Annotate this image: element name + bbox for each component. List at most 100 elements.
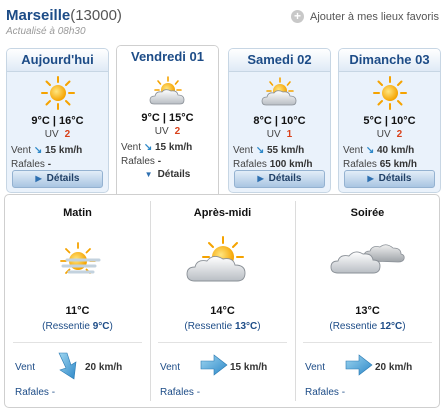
column-separator bbox=[150, 201, 151, 401]
gusts-value: 65 km/h bbox=[379, 159, 417, 170]
uv-label: UV bbox=[266, 129, 281, 140]
wind-value: 40 km/h bbox=[376, 145, 415, 156]
wind-arrow-icon: ↘ bbox=[255, 145, 265, 156]
period-name: Soirée bbox=[350, 207, 385, 219]
wind-row: Vent 20 km/h bbox=[305, 351, 434, 381]
uv-value: 1 bbox=[286, 129, 293, 140]
uv-value: 2 bbox=[396, 129, 403, 140]
feels-value: 9°C bbox=[92, 321, 110, 332]
feels-prefix: (Ressentie bbox=[42, 321, 93, 332]
gusts-label: Rafales bbox=[233, 159, 267, 170]
details-label: Détails bbox=[157, 169, 191, 180]
wind-row: Vent ↘ 55 km/h bbox=[233, 145, 304, 156]
period-afternoon: Après-midi 14°C (Ressentie 13°C) Vent 15… bbox=[150, 195, 295, 407]
period-temperature: 13°C bbox=[355, 305, 380, 317]
uv-label: UV bbox=[376, 129, 391, 140]
postal-code: (13000) bbox=[70, 7, 122, 24]
period-evening: Soirée 13°C (Ressentie 12°C) Vent 20 km/… bbox=[295, 195, 440, 407]
wind-row: Vent 15 km/h bbox=[160, 351, 289, 381]
gusts-value: - bbox=[51, 387, 56, 398]
wind-row: Vent ↘ 15 km/h bbox=[121, 142, 192, 153]
day-card-friday[interactable]: Vendredi 01 9°C | 15°C UV 2 Vent ↘ 15 km/… bbox=[116, 45, 219, 195]
gusts-value: - bbox=[157, 156, 162, 167]
day-name: Dimanche 03 bbox=[339, 49, 440, 72]
period-morning: Matin 11°C (Ressentie 9°C) Vent 20 km/h … bbox=[5, 195, 150, 407]
feels-value: 13°C bbox=[234, 321, 258, 332]
triangle-right-icon: ▶ bbox=[35, 174, 42, 183]
uv-index: UV 2 bbox=[117, 126, 218, 137]
city-name: Marseille bbox=[6, 7, 71, 24]
details-button[interactable]: ▶ Détails bbox=[12, 170, 103, 188]
details-label: Détails bbox=[268, 173, 302, 184]
wind-label: Vent bbox=[15, 362, 36, 373]
day-card-today[interactable]: Aujourd'hui 9°C | 16°C UV 2 Vent ↘ 15 km/… bbox=[6, 48, 109, 193]
day-name: Aujourd'hui bbox=[7, 49, 108, 72]
day-name: Samedi 02 bbox=[229, 49, 330, 72]
add-favorite-label: Ajouter à mes lieux favoris bbox=[310, 10, 439, 23]
feels-suffix: ) bbox=[109, 321, 113, 332]
feels-value: 12°C bbox=[379, 321, 403, 332]
gusts-value: - bbox=[47, 159, 52, 170]
add-favorite-link[interactable]: + Ajouter à mes lieux favoris bbox=[291, 10, 439, 23]
wind-value: 20 km/h bbox=[375, 362, 413, 373]
period-name: Matin bbox=[63, 207, 92, 219]
partly-cloudy-icon bbox=[117, 76, 218, 112]
gusts-row: Rafales - bbox=[15, 387, 55, 398]
wind-arrow-icon: ↘ bbox=[365, 145, 375, 156]
triangle-right-icon: ▶ bbox=[257, 174, 264, 183]
uv-index: UV 1 bbox=[229, 129, 330, 140]
triangle-right-icon: ▶ bbox=[367, 174, 374, 183]
gusts-value: - bbox=[341, 387, 346, 398]
wind-value: 15 km/h bbox=[44, 145, 83, 156]
wind-direction-icon bbox=[200, 353, 228, 380]
wind-value: 15 km/h bbox=[154, 142, 193, 153]
temperature-range: 9°C | 16°C bbox=[31, 115, 84, 127]
temperature-range: 5°C | 10°C bbox=[363, 115, 416, 127]
wind-label: Vent bbox=[305, 362, 326, 373]
triangle-down-icon: ▼ bbox=[144, 170, 153, 179]
gusts-row: Rafales 65 km/h bbox=[343, 159, 417, 170]
day-card-sunday[interactable]: Dimanche 03 5°C | 10°C UV 2 Vent ↘ 40 km/… bbox=[338, 48, 441, 193]
feels-like: (Ressentie 12°C) bbox=[295, 321, 440, 332]
gusts-label: Rafales bbox=[15, 387, 49, 398]
uv-value: 2 bbox=[64, 129, 71, 140]
gusts-value: - bbox=[196, 387, 201, 398]
feels-suffix: ) bbox=[402, 321, 406, 332]
period-name: Après-midi bbox=[193, 207, 252, 219]
details-button[interactable]: ▼ Détails bbox=[122, 167, 213, 185]
gusts-row: Rafales - bbox=[121, 156, 161, 167]
gusts-row: Rafales - bbox=[11, 159, 51, 170]
sun-icon bbox=[7, 75, 108, 111]
feels-like: (Ressentie 9°C) bbox=[5, 321, 150, 332]
wind-row: Vent ↘ 40 km/h bbox=[343, 145, 414, 156]
feels-prefix: (Ressentie bbox=[329, 321, 380, 332]
gusts-row: Rafales - bbox=[305, 387, 345, 398]
divider bbox=[303, 342, 432, 343]
temperature-range: 8°C | 10°C bbox=[253, 115, 306, 127]
wind-label: Vent bbox=[343, 145, 364, 156]
period-temperature: 14°C bbox=[210, 305, 235, 317]
divider bbox=[158, 342, 287, 343]
gusts-label: Rafales bbox=[343, 159, 377, 170]
details-label: Détails bbox=[378, 173, 412, 184]
sun-haze-icon bbox=[5, 239, 150, 285]
details-button[interactable]: ▶ Détails bbox=[234, 170, 325, 188]
wind-row: Vent ↘ 15 km/h bbox=[11, 145, 82, 156]
day-name: Vendredi 01 bbox=[117, 46, 218, 68]
wind-label: Vent bbox=[121, 142, 142, 153]
wind-value: 20 km/h bbox=[85, 362, 123, 373]
wind-value: 15 km/h bbox=[230, 362, 268, 373]
header: Marseille(13000) Actualisé à 08h30 + Ajo… bbox=[4, 4, 441, 38]
wind-arrow-icon: ↘ bbox=[143, 142, 153, 153]
column-separator bbox=[295, 201, 296, 401]
plus-icon: + bbox=[291, 10, 304, 23]
temperature-range: 9°C | 15°C bbox=[141, 112, 194, 124]
feels-suffix: ) bbox=[257, 321, 261, 332]
day-card-saturday[interactable]: Samedi 02 8°C | 10°C UV 1 Vent ↘ 55 km/h … bbox=[228, 48, 331, 193]
city-title: Marseille(13000) bbox=[6, 7, 122, 24]
uv-index: UV 2 bbox=[7, 129, 108, 140]
details-button[interactable]: ▶ Détails bbox=[344, 170, 435, 188]
partly-cloudy-icon bbox=[150, 235, 295, 282]
update-time: Actualisé à 08h30 bbox=[6, 26, 86, 37]
uv-label: UV bbox=[154, 126, 169, 137]
